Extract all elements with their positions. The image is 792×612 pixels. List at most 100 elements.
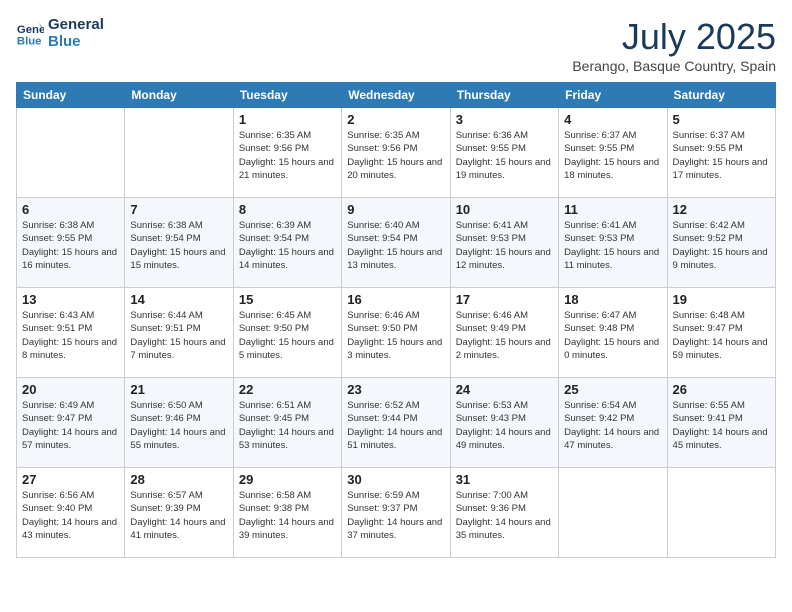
day-info: Sunrise: 6:50 AMSunset: 9:46 PMDaylight:… (130, 399, 227, 452)
weekday-header-saturday: Saturday (667, 83, 775, 108)
calendar-cell: 18Sunrise: 6:47 AMSunset: 9:48 PMDayligh… (559, 288, 667, 378)
calendar-cell: 22 Sunrise: 6:51 AMSunset: 9:45 PMDayligh… (233, 378, 341, 468)
day-number: 16 (347, 292, 444, 307)
day-info: Sunrise: 6:38 AMSunset: 9:54 PMDaylight:… (130, 219, 227, 272)
day-info: Sunrise: 6:52 AMSunset: 9:44 PMDaylight:… (347, 399, 444, 452)
day-info: Sunrise: 6:54 AMSunset: 9:42 PMDaylight:… (564, 399, 661, 452)
day-number: 15 (239, 292, 336, 307)
svg-text:Blue: Blue (17, 35, 42, 47)
day-info: Sunrise: 6:38 AMSunset: 9:55 PMDaylight:… (22, 219, 119, 272)
day-info: Sunrise: 6:39 AMSunset: 9:54 PMDaylight:… (239, 219, 336, 272)
calendar-cell (559, 468, 667, 558)
day-number: 17 (456, 292, 553, 307)
day-info: Sunrise: 6:41 AMSunset: 9:53 PMDaylight:… (456, 219, 553, 272)
day-info: Sunrise: 6:40 AMSunset: 9:54 PMDaylight:… (347, 219, 444, 272)
day-number: 2 (347, 112, 444, 127)
day-number: 9 (347, 202, 444, 217)
day-number: 23 (347, 382, 444, 397)
calendar-cell: 30Sunrise: 6:59 AMSunset: 9:37 PMDayligh… (342, 468, 450, 558)
day-info: Sunrise: 6:58 AMSunset: 9:38 PMDaylight:… (239, 489, 336, 542)
calendar-cell: 12 Sunrise: 6:42 AMSunset: 9:52 PMDayligh… (667, 198, 775, 288)
calendar-cell: 13 Sunrise: 6:43 AMSunset: 9:51 PMDayligh… (17, 288, 125, 378)
weekday-header-thursday: Thursday (450, 83, 558, 108)
calendar-cell (125, 108, 233, 198)
day-number: 22 (239, 382, 336, 397)
day-info: Sunrise: 6:43 AMSunset: 9:51 PMDaylight:… (22, 309, 119, 362)
calendar-cell: 26Sunrise: 6:55 AMSunset: 9:41 PMDayligh… (667, 378, 775, 468)
day-info: Sunrise: 6:35 AMSunset: 9:56 PMDaylight:… (347, 129, 444, 182)
svg-text:General: General (17, 24, 44, 36)
day-number: 27 (22, 472, 119, 487)
calendar-cell: 10 Sunrise: 6:41 AMSunset: 9:53 PMDayligh… (450, 198, 558, 288)
day-info: Sunrise: 6:46 AMSunset: 9:49 PMDaylight:… (456, 309, 553, 362)
day-number: 10 (456, 202, 553, 217)
calendar-cell: 14 Sunrise: 6:44 AMSunset: 9:51 PMDayligh… (125, 288, 233, 378)
day-number: 29 (239, 472, 336, 487)
calendar-table: SundayMondayTuesdayWednesdayThursdayFrid… (16, 82, 776, 558)
day-number: 14 (130, 292, 227, 307)
day-number: 18 (564, 292, 661, 307)
weekday-header-friday: Friday (559, 83, 667, 108)
day-info: Sunrise: 6:57 AMSunset: 9:39 PMDaylight:… (130, 489, 227, 542)
day-info: Sunrise: 6:37 AMSunset: 9:55 PMDaylight:… (673, 129, 770, 182)
day-number: 24 (456, 382, 553, 397)
day-info: Sunrise: 6:41 AMSunset: 9:53 PMDaylight:… (564, 219, 661, 272)
calendar-cell: 5 Sunrise: 6:37 AMSunset: 9:55 PMDaylight… (667, 108, 775, 198)
day-info: Sunrise: 6:59 AMSunset: 9:37 PMDaylight:… (347, 489, 444, 542)
calendar-cell: 6Sunrise: 6:38 AMSunset: 9:55 PMDaylight… (17, 198, 125, 288)
calendar-cell: 17 Sunrise: 6:46 AMSunset: 9:49 PMDayligh… (450, 288, 558, 378)
day-number: 12 (673, 202, 770, 217)
day-info: Sunrise: 6:56 AMSunset: 9:40 PMDaylight:… (22, 489, 119, 542)
month-title: July 2025 (572, 16, 776, 58)
logo-text-general: General (48, 16, 104, 33)
location: Berango, Basque Country, Spain (572, 58, 776, 74)
calendar-cell: 31Sunrise: 7:00 AMSunset: 9:36 PMDayligh… (450, 468, 558, 558)
weekday-header-sunday: Sunday (17, 83, 125, 108)
day-number: 11 (564, 202, 661, 217)
calendar-cell: 4 Sunrise: 6:37 AMSunset: 9:55 PMDaylight… (559, 108, 667, 198)
calendar-week-5: 27 Sunrise: 6:56 AMSunset: 9:40 PMDayligh… (17, 468, 776, 558)
calendar-week-3: 13 Sunrise: 6:43 AMSunset: 9:51 PMDayligh… (17, 288, 776, 378)
calendar-cell: 27 Sunrise: 6:56 AMSunset: 9:40 PMDayligh… (17, 468, 125, 558)
day-info: Sunrise: 6:42 AMSunset: 9:52 PMDaylight:… (673, 219, 770, 272)
day-number: 13 (22, 292, 119, 307)
calendar-cell (667, 468, 775, 558)
calendar-cell: 3 Sunrise: 6:36 AMSunset: 9:55 PMDaylight… (450, 108, 558, 198)
weekday-header-monday: Monday (125, 83, 233, 108)
day-info: Sunrise: 6:35 AMSunset: 9:56 PMDaylight:… (239, 129, 336, 182)
calendar-cell: 29 Sunrise: 6:58 AMSunset: 9:38 PMDayligh… (233, 468, 341, 558)
day-number: 19 (673, 292, 770, 307)
calendar-cell: 1 Sunrise: 6:35 AMSunset: 9:56 PMDaylight… (233, 108, 341, 198)
calendar-cell (17, 108, 125, 198)
calendar-cell: 23 Sunrise: 6:52 AMSunset: 9:44 PMDayligh… (342, 378, 450, 468)
calendar-cell: 15 Sunrise: 6:45 AMSunset: 9:50 PMDayligh… (233, 288, 341, 378)
day-info: Sunrise: 6:46 AMSunset: 9:50 PMDaylight:… (347, 309, 444, 362)
title-block: July 2025 Berango, Basque Country, Spain (572, 16, 776, 74)
calendar-cell: 7 Sunrise: 6:38 AMSunset: 9:54 PMDaylight… (125, 198, 233, 288)
day-info: Sunrise: 6:45 AMSunset: 9:50 PMDaylight:… (239, 309, 336, 362)
day-number: 21 (130, 382, 227, 397)
weekday-header-tuesday: Tuesday (233, 83, 341, 108)
calendar-cell: 19Sunrise: 6:48 AMSunset: 9:47 PMDayligh… (667, 288, 775, 378)
day-info: Sunrise: 6:44 AMSunset: 9:51 PMDaylight:… (130, 309, 227, 362)
day-number: 8 (239, 202, 336, 217)
day-number: 3 (456, 112, 553, 127)
day-info: Sunrise: 6:37 AMSunset: 9:55 PMDaylight:… (564, 129, 661, 182)
day-info: Sunrise: 6:53 AMSunset: 9:43 PMDaylight:… (456, 399, 553, 452)
calendar-week-4: 20Sunrise: 6:49 AMSunset: 9:47 PMDayligh… (17, 378, 776, 468)
page-header: General Blue General Blue July 2025 Bera… (16, 16, 776, 74)
calendar-cell: 21 Sunrise: 6:50 AMSunset: 9:46 PMDayligh… (125, 378, 233, 468)
day-number: 28 (130, 472, 227, 487)
calendar-cell: 2 Sunrise: 6:35 AMSunset: 9:56 PMDaylight… (342, 108, 450, 198)
day-number: 26 (673, 382, 770, 397)
calendar-week-1: 1 Sunrise: 6:35 AMSunset: 9:56 PMDaylight… (17, 108, 776, 198)
day-info: Sunrise: 6:36 AMSunset: 9:55 PMDaylight:… (456, 129, 553, 182)
day-number: 7 (130, 202, 227, 217)
day-number: 1 (239, 112, 336, 127)
day-info: Sunrise: 6:51 AMSunset: 9:45 PMDaylight:… (239, 399, 336, 452)
day-number: 31 (456, 472, 553, 487)
day-number: 4 (564, 112, 661, 127)
day-number: 5 (673, 112, 770, 127)
day-number: 20 (22, 382, 119, 397)
logo: General Blue General Blue (16, 16, 104, 50)
